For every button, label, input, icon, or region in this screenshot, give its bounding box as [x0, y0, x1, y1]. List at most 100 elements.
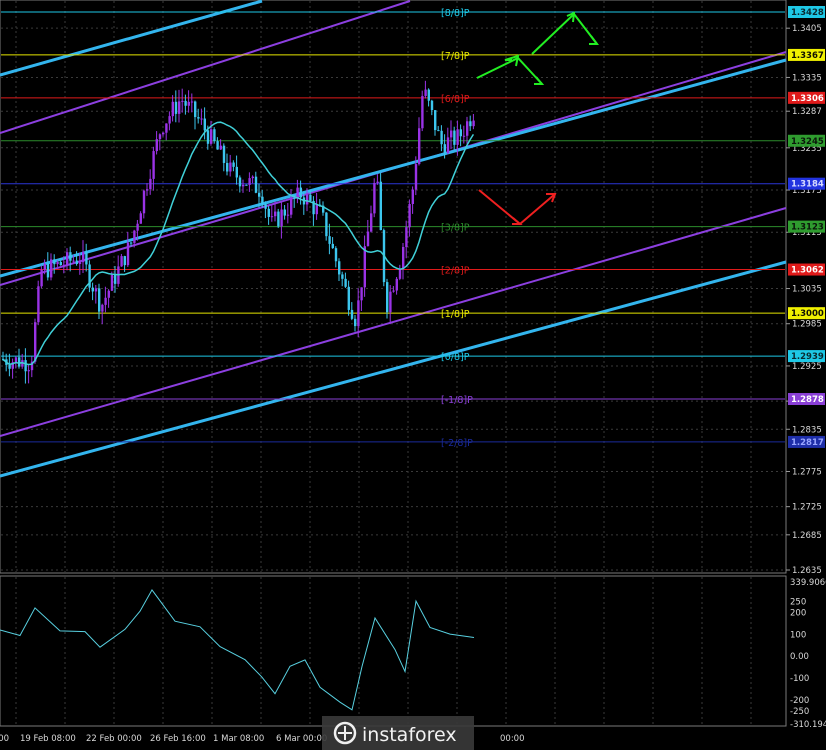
candle-body [53, 259, 56, 265]
price-level-badge-text: 1.2878 [791, 395, 824, 405]
candle-body [283, 209, 286, 216]
candle-body [395, 278, 398, 291]
candle-body [258, 192, 261, 197]
candle-body [200, 118, 203, 120]
candle-body [293, 197, 296, 199]
candle-body [437, 130, 440, 132]
candle-body [232, 162, 235, 167]
candle-body [197, 117, 200, 119]
candle-body [274, 211, 277, 217]
price-level-badge-text: 1.2817 [791, 438, 824, 448]
candle-body [174, 101, 178, 114]
candle-body [56, 261, 59, 265]
candle-body [398, 268, 402, 279]
candle-body [171, 101, 174, 117]
candle-body [216, 141, 219, 150]
candle-body [187, 101, 190, 106]
murrey-level-label: [0/8]P [441, 352, 470, 363]
price-tick-label: 1.3405 [792, 24, 822, 34]
candle-body [206, 130, 210, 144]
candle-body [443, 144, 446, 154]
candle-body [325, 212, 328, 237]
candle-body [72, 260, 75, 262]
chart-canvas: [8/8]P [7/8]P [6/8]P [3/8]P [2/8]P [1/8]P [0/8… [0, 0, 826, 750]
murrey-level-label: [7/8]P [441, 51, 470, 62]
candle-body [290, 197, 293, 215]
price-tick-label: 1.2635 [792, 566, 822, 576]
candle-body [40, 269, 43, 287]
time-tick-label: 26 Feb 16:00 [150, 734, 206, 744]
candle-body [18, 357, 21, 367]
price-tick-label: 1.2925 [792, 362, 822, 372]
candle-body [110, 274, 114, 291]
candle-body [334, 248, 338, 262]
candle-body [66, 252, 69, 265]
candle-body [210, 129, 213, 144]
candle-body [229, 162, 232, 172]
candle-body [235, 166, 238, 178]
candle-body [245, 184, 248, 186]
time-tick-label: 22 Feb 00:00 [86, 734, 142, 744]
candle-body [251, 176, 254, 179]
murrey-level-label: [-2/8]P [441, 438, 473, 449]
candle-body [370, 213, 373, 232]
candle-body [344, 278, 347, 287]
candle-body [120, 256, 123, 267]
chart-window: [8/8]P [7/8]P [6/8]P [3/8]P [2/8]P [1/8]P [0/8… [0, 0, 826, 750]
candle-body [408, 203, 411, 228]
candle-body [59, 261, 62, 266]
price-level-badge-text: 1.3306 [791, 94, 824, 104]
candle-body [190, 101, 194, 103]
candle-body [104, 297, 107, 305]
time-tick-label: 1 Mar 08:00 [213, 734, 264, 744]
oscillator-tick-label: -310.194 [790, 720, 826, 730]
price-tick-label: 1.2775 [792, 467, 822, 477]
candle-body [472, 120, 475, 127]
candle-body [469, 121, 472, 127]
price-level-badge-text: 1.3000 [791, 309, 824, 319]
candle-body [37, 286, 40, 323]
candle-body [27, 370, 30, 372]
candle-body [226, 162, 229, 172]
price-tick-label: 1.3035 [792, 285, 822, 295]
candle-body [264, 204, 267, 209]
candle-body [162, 132, 165, 135]
candle-body [446, 137, 450, 154]
price-level-badge-text: 1.3428 [791, 8, 824, 18]
candle-body [158, 134, 162, 140]
candle-body [75, 260, 78, 264]
candle-body [130, 242, 133, 244]
candle-body [126, 242, 130, 266]
candle-body [261, 196, 264, 205]
oscillator-tick-label: 250 [790, 598, 806, 608]
candle-body [418, 128, 421, 165]
murrey-level-label: [6/8]P [441, 94, 470, 105]
candle-body [43, 263, 46, 270]
murrey-level-label: [8/8]P [441, 8, 470, 19]
candle-body [219, 145, 222, 150]
candle-body [168, 116, 171, 124]
candle-body [181, 100, 184, 102]
candle-body [389, 291, 392, 313]
price-tick-label: 1.2835 [792, 425, 822, 435]
candle-body [107, 290, 110, 298]
candle-body [91, 287, 94, 292]
price-level-badge-text: 1.2939 [791, 352, 824, 362]
candle-body [405, 227, 408, 247]
price-level-badge-text: 1.3245 [791, 137, 824, 147]
candle-body [414, 164, 418, 190]
candle-body [338, 261, 341, 275]
candle-body [184, 100, 187, 106]
candle-body [152, 151, 155, 179]
candle-body [376, 181, 379, 183]
oscillator-tick-label: 339.9066 [790, 578, 826, 588]
candle-body [8, 364, 11, 369]
candle-body [286, 214, 290, 216]
murrey-level-label: [1/8]P [441, 309, 470, 320]
candle-body [466, 121, 469, 136]
price-level-badge-text: 1.3184 [791, 180, 824, 190]
oscillator-tick-label: 0.00 [790, 652, 809, 662]
candle-body [248, 178, 251, 185]
candle-body [94, 288, 98, 292]
candle-body [430, 100, 434, 111]
